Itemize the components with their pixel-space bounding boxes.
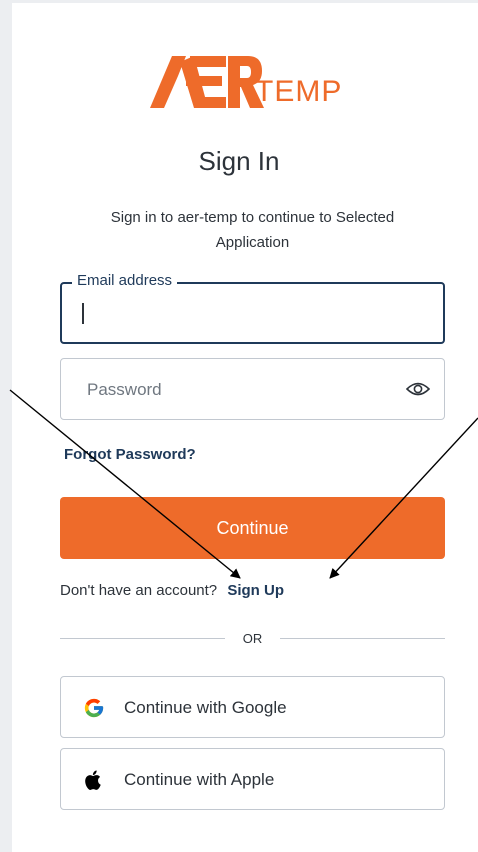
or-divider: OR xyxy=(60,630,445,648)
email-field-label: Email address xyxy=(72,272,178,289)
apple-button-label: Continue with Apple xyxy=(124,770,275,789)
logo-text: TEMP xyxy=(255,75,343,108)
continue-with-apple-button[interactable]: Continue with Apple xyxy=(60,748,445,810)
forgot-password-link[interactable]: Forgot Password? xyxy=(64,446,196,463)
password-field[interactable]: Password xyxy=(60,358,445,420)
continue-button[interactable]: Continue xyxy=(60,497,445,559)
apple-icon xyxy=(85,770,101,790)
page-title: Sign In xyxy=(198,146,280,176)
page: TEMP Sign In Sign in to aer-temp to cont… xyxy=(0,0,478,852)
continue-with-google-button[interactable]: Continue with Google xyxy=(60,676,445,738)
google-button-label: Continue with Google xyxy=(124,698,287,717)
page-subtitle: Sign in to aer-temp to continue to Selec… xyxy=(110,209,395,251)
signup-link[interactable]: Sign Up xyxy=(227,582,284,599)
signup-row: Don't have an account? Sign Up xyxy=(60,582,284,599)
divider-label: OR xyxy=(242,631,263,646)
text-caret xyxy=(82,303,84,324)
eye-icon[interactable] xyxy=(406,380,430,398)
email-field[interactable]: Email address xyxy=(60,272,445,344)
google-icon xyxy=(84,698,104,718)
password-placeholder: Password xyxy=(87,380,162,399)
signup-prompt: Don't have an account? xyxy=(60,582,218,599)
